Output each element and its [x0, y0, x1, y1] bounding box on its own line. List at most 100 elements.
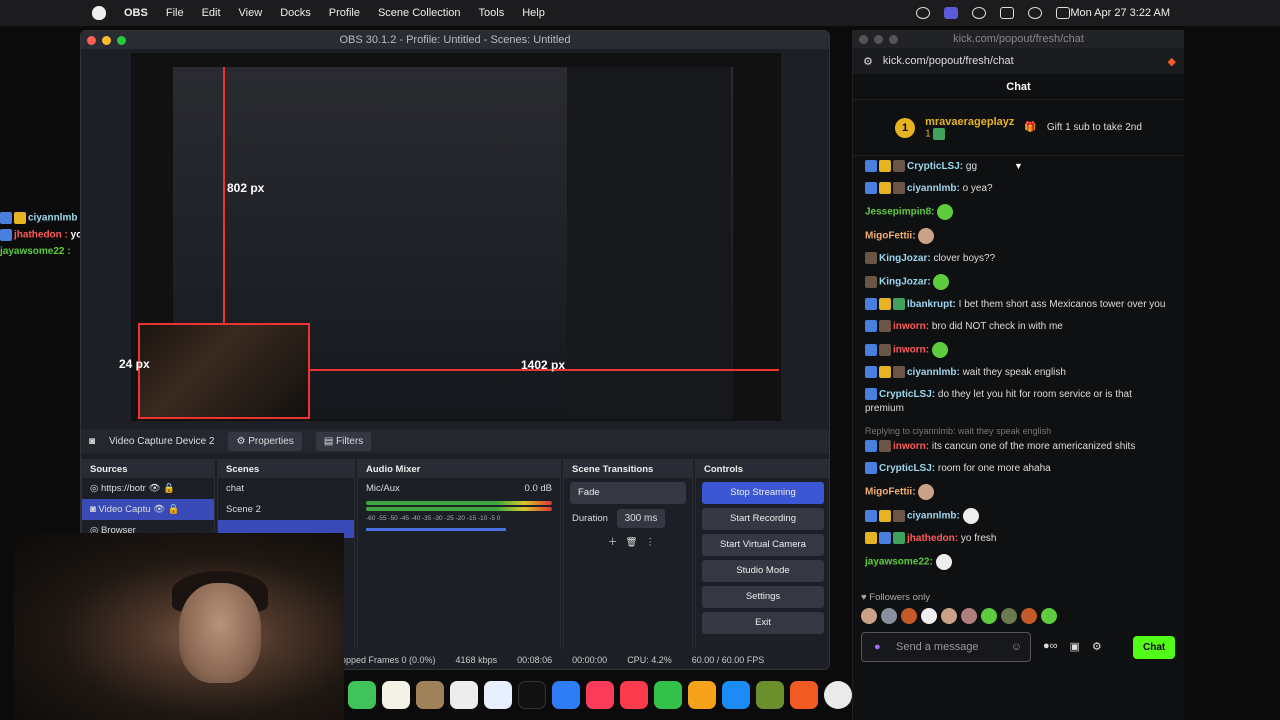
chat-message[interactable]: lbankrupt: I bet them short ass Mexicano…	[865, 298, 1172, 312]
kick-chat-window: kick.com/popout/fresh/chat ⚙ kick.com/po…	[852, 30, 1184, 720]
scene-item[interactable]: Scene 2	[218, 499, 354, 520]
chat-message[interactable]: ciyannlmb:	[865, 508, 1172, 524]
chat-message[interactable]: jhathedon: yo fresh	[865, 532, 1172, 546]
keynote-icon[interactable]	[552, 681, 580, 709]
chat-message[interactable]: jayawsome22:	[865, 554, 1172, 570]
emote-icon[interactable]	[981, 608, 997, 624]
tune-icon[interactable]: ⚙	[863, 55, 873, 68]
emote-icon[interactable]	[921, 608, 937, 624]
trash-icon[interactable]: 🗑	[625, 537, 637, 548]
folder-icon[interactable]	[416, 681, 444, 709]
emote-icon[interactable]	[961, 608, 977, 624]
menu-edit[interactable]: Edit	[202, 7, 221, 19]
pinned-gifter[interactable]: 1 mravaerageplayz 1 🎁 Gift 1 sub to take…	[853, 100, 1184, 156]
wifi-icon[interactable]	[1028, 7, 1042, 19]
chat-message[interactable]: ciyannlmb: o yea?	[865, 182, 1172, 196]
menu-view[interactable]: View	[239, 7, 263, 19]
facetime-icon[interactable]	[348, 681, 376, 709]
distance-label: 802 px	[227, 181, 265, 195]
chat-message[interactable]: CrypticLSJ: do they let you hit for room…	[865, 388, 1172, 416]
source-item[interactable]: ◙ Video Captu 👁 🔒	[82, 499, 214, 520]
reminders-icon[interactable]	[450, 681, 478, 709]
add-icon[interactable]: ＋	[608, 537, 618, 548]
emote-icon[interactable]	[881, 608, 897, 624]
studio-mode-button[interactable]: Studio Mode	[702, 560, 824, 582]
brave-icon[interactable]	[790, 681, 818, 709]
control-center-icon[interactable]	[1056, 7, 1070, 19]
menu-scene-collection[interactable]: Scene Collection	[378, 7, 461, 19]
battery-icon[interactable]	[1000, 7, 1014, 19]
apple-icon[interactable]	[92, 6, 106, 20]
current-source-name: Video Capture Device 2	[109, 435, 215, 447]
gift-icon[interactable]: ▣	[1070, 640, 1080, 653]
start-recording-button[interactable]: Start Recording	[702, 508, 824, 530]
exit-button[interactable]: Exit	[702, 612, 824, 634]
filters-button[interactable]: ▤ Filters	[315, 431, 372, 451]
volume-slider[interactable]	[366, 528, 506, 531]
url-bar[interactable]: ⚙ kick.com/popout/fresh/chat ◆	[853, 48, 1184, 74]
creative-cloud-icon[interactable]	[916, 7, 930, 19]
chat-message[interactable]: inworn:	[865, 342, 1172, 358]
chat-message[interactable]: KingJozar:	[865, 274, 1172, 290]
emote-icon[interactable]	[861, 608, 877, 624]
chat-message[interactable]: Replying to ciyannlmb: wait they speak e…	[865, 424, 1172, 454]
minimize-button[interactable]	[874, 35, 883, 44]
menu-clock[interactable]: Mon Apr 27 3:22 AM	[1070, 7, 1170, 19]
transition-select[interactable]: Fade	[570, 482, 686, 504]
stream-time: 00:08:06	[517, 655, 553, 665]
game-icon[interactable]	[756, 681, 784, 709]
emote-icon[interactable]	[1001, 608, 1017, 624]
menu-app[interactable]: OBS	[124, 7, 148, 19]
apple-tv-icon[interactable]	[518, 681, 546, 709]
virtual-camera-button[interactable]: Start Virtual Camera	[702, 534, 824, 556]
chat-message[interactable]: CrypticLSJ: room for one more ahaha	[865, 462, 1172, 476]
close-button[interactable]	[859, 35, 868, 44]
chat-message[interactable]: Jessepimpin8:	[865, 204, 1172, 220]
duration-input[interactable]: 300 ms	[616, 509, 666, 528]
close-button[interactable]	[87, 36, 96, 45]
app-store-icon[interactable]	[722, 681, 750, 709]
emote-icon[interactable]	[1041, 608, 1057, 624]
chevron-down-icon[interactable]: ▼	[1014, 161, 1023, 171]
properties-button[interactable]: ⚙ Properties	[228, 431, 302, 451]
notes-icon[interactable]	[382, 681, 410, 709]
emote-icon[interactable]	[901, 608, 917, 624]
scene-item[interactable]: chat	[218, 478, 354, 499]
chrome-icon[interactable]	[824, 681, 852, 709]
menu-help[interactable]: Help	[522, 7, 545, 19]
badges-icon[interactable]: ●∞	[1043, 640, 1058, 653]
zoom-button[interactable]	[117, 36, 126, 45]
freeform-icon[interactable]	[484, 681, 512, 709]
pages-icon[interactable]	[688, 681, 716, 709]
chat-message[interactable]: inworn: bro did NOT check in with me	[865, 320, 1172, 334]
chat-message[interactable]: MigoFettii:	[865, 484, 1172, 500]
emoji-icon[interactable]: ☺	[1011, 641, 1022, 653]
settings-button[interactable]: Settings	[702, 586, 824, 608]
chat-input[interactable]: ● Send a message ☺	[861, 632, 1031, 662]
menu-docks[interactable]: Docks	[280, 7, 311, 19]
stop-streaming-button[interactable]: Stop Streaming	[702, 482, 824, 504]
chat-send-button[interactable]: Chat	[1133, 636, 1176, 659]
settings-icon[interactable]: ⚙	[1092, 640, 1102, 653]
music-icon[interactable]	[586, 681, 614, 709]
news-icon[interactable]	[620, 681, 648, 709]
menu-file[interactable]: File	[166, 7, 184, 19]
preview-canvas[interactable]: 802 px 24 px 1402 px	[119, 53, 781, 421]
screen-share-icon[interactable]	[944, 7, 958, 19]
menu-profile[interactable]: Profile	[329, 7, 360, 19]
more-icon[interactable]: ⋮	[645, 537, 655, 548]
chat-message[interactable]: MigoFettii:	[865, 228, 1172, 244]
chat-message[interactable]: ciyannlmb: wait they speak english	[865, 366, 1172, 380]
emote-icon[interactable]	[941, 608, 957, 624]
microphone-icon[interactable]: ●	[874, 641, 881, 653]
numbers-icon[interactable]	[654, 681, 682, 709]
source-item[interactable]: ◎ https://botr 👁 🔒	[82, 478, 214, 499]
brave-shield-icon[interactable]: ◆	[1168, 55, 1176, 68]
minimize-button[interactable]	[102, 36, 111, 45]
emote-icon[interactable]	[1021, 608, 1037, 624]
nested-chat-preview	[567, 67, 731, 419]
menu-tools[interactable]: Tools	[479, 7, 505, 19]
chat-message[interactable]: KingJozar: clover boys??	[865, 252, 1172, 266]
zoom-button[interactable]	[889, 35, 898, 44]
play-icon[interactable]	[972, 7, 986, 19]
